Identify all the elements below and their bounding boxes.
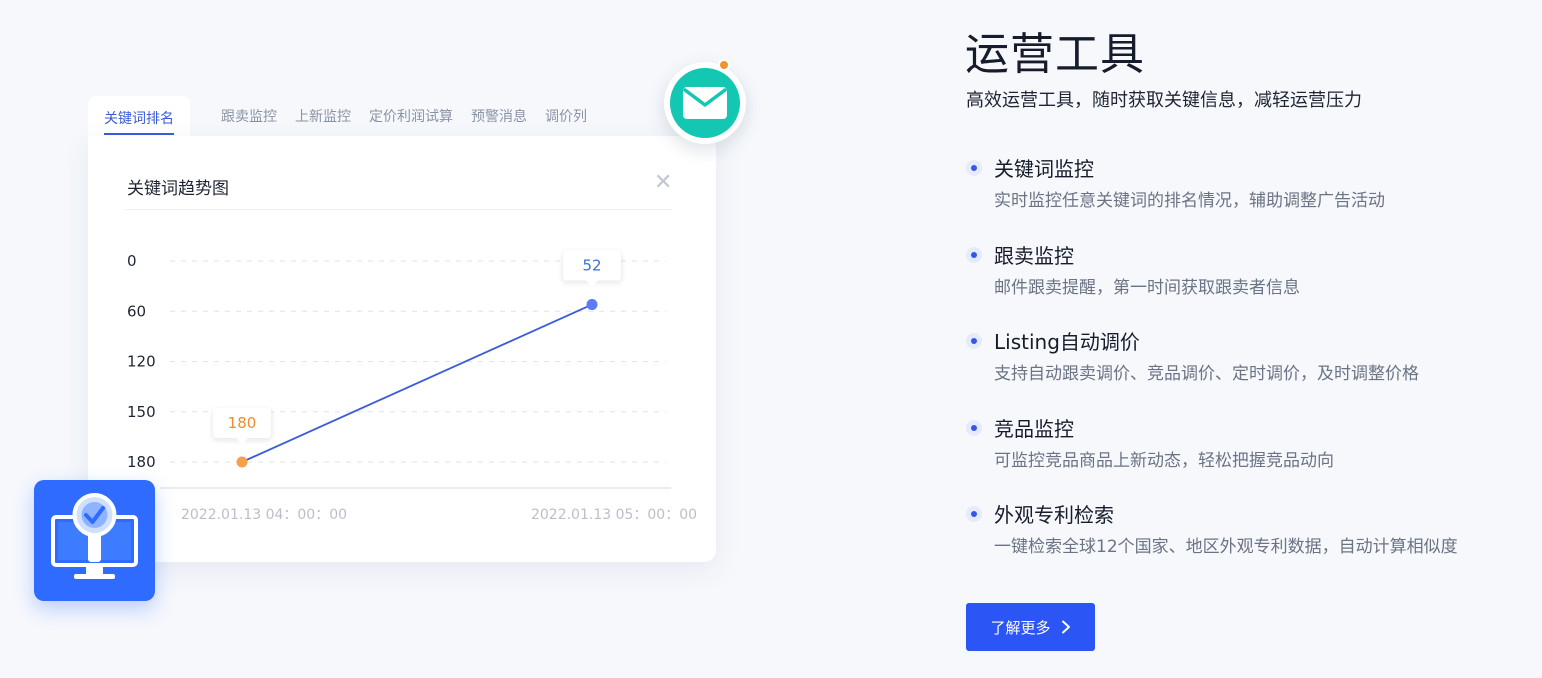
chevron-right-icon <box>1061 620 1070 634</box>
feature-item-keyword-monitor: 关键词监控 实时监控任意关键词的排名情况，辅助调整广告活动 <box>966 154 1536 241</box>
learn-more-label: 了解更多 <box>990 618 1051 637</box>
feature-title: 竞品监控 <box>994 416 1074 441</box>
data-point <box>236 456 248 468</box>
tab-follow-sell-monitor[interactable]: 跟卖监控 <box>212 96 286 136</box>
tab-label: 关键词排名 <box>104 111 174 127</box>
mail-badge <box>670 68 740 138</box>
tab-label: 跟卖监控 <box>221 109 277 125</box>
bullet-icon <box>966 160 982 176</box>
feature-title: 关键词监控 <box>994 157 1094 181</box>
tab-new-listing-monitor[interactable]: 上新监控 <box>286 96 360 136</box>
y-tick-label: 150 <box>127 403 156 421</box>
y-tick-label: 180 <box>127 453 156 471</box>
keyword-trend-card: 关键词趋势图 ✕ 0 60 120 150 180 2022.01.13 04：00：0… <box>88 136 716 562</box>
feature-description: 可监控竞品商品上新动态，轻松把握竞品动向 <box>994 450 1334 471</box>
tab-label: 上新监控 <box>295 109 351 125</box>
data-label: 180 <box>228 414 257 432</box>
data-label-pointer <box>586 280 598 288</box>
series-line <box>241 303 593 463</box>
tab-bar: 关键词排名 跟卖监控 上新监控 定价利润试算 预警消息 调价列 <box>88 96 688 140</box>
feature-item-auto-repricing: Listing自动调价 支持自动跟卖调价、竞品调价、定时调价，及时调整价格 <box>966 327 1536 414</box>
feature-description: 实时监控任意关键词的排名情况，辅助调整广告活动 <box>994 191 1385 211</box>
bullet-icon <box>966 419 982 436</box>
tab-label: 定价利润试算 <box>369 109 453 125</box>
y-tick-label: 60 <box>127 302 146 320</box>
tab-price-adjust-list[interactable]: 调价列 <box>536 96 596 136</box>
feature-list: 关键词监控 实时监控任意关键词的排名情况，辅助调整广告活动 跟卖监控 邮件跟卖提… <box>966 154 1536 587</box>
feature-title: 跟卖监控 <box>994 243 1074 268</box>
tab-alert-messages[interactable]: 预警消息 <box>462 96 536 136</box>
mail-icon <box>683 87 727 119</box>
bullet-icon <box>966 333 982 349</box>
feature-title: Listing自动调价 <box>994 330 1140 354</box>
feature-item-competitor-monitor: 竞品监控 可监控竞品商品上新动态，轻松把握竞品动向 <box>966 414 1536 501</box>
y-tick-label: 120 <box>127 353 156 371</box>
tab-label: 调价列 <box>545 109 587 125</box>
learn-more-button[interactable]: 了解更多 <box>966 603 1095 651</box>
tab-keyword-ranking[interactable]: 关键词排名 <box>88 96 190 140</box>
feature-item-design-patent-search: 外观专利检索 一键检索全球12个国家、地区外观专利数据，自动计算相似度 <box>966 500 1536 587</box>
x-tick-label: 2022.01.13 04：00：00 <box>181 507 347 523</box>
feature-item-follow-sell-monitor: 跟卖监控 邮件跟卖提醒，第一时间获取跟卖者信息 <box>966 241 1536 328</box>
x-tick-label: 2022.01.13 05：00：00 <box>531 507 697 523</box>
feature-title: 外观专利检索 <box>994 503 1114 527</box>
notification-dot <box>718 59 730 71</box>
monitor-search-tile <box>34 480 155 601</box>
feature-description: 支持自动跟卖调价、竞品调价、定时调价，及时调整价格 <box>994 364 1419 384</box>
feature-description: 一键检索全球12个国家、地区外观专利数据，自动计算相似度 <box>994 537 1458 557</box>
bullet-icon <box>966 506 982 522</box>
data-label: 52 <box>582 257 601 275</box>
tab-label: 预警消息 <box>471 109 527 125</box>
data-point <box>586 299 598 311</box>
keyword-trend-chart: 0 60 120 150 180 2022.01.13 04：00：00 2022.01.… <box>127 250 697 523</box>
monitor-search-icon <box>51 493 138 579</box>
feature-description: 邮件跟卖提醒，第一时间获取跟卖者信息 <box>994 277 1300 298</box>
tab-pricing-profit-calc[interactable]: 定价利润试算 <box>360 96 462 136</box>
section-title: 运营工具 <box>965 29 1145 80</box>
data-label-pointer <box>236 438 248 445</box>
mail-bubble <box>664 62 746 144</box>
section-subtitle: 高效运营工具，随时获取关键信息，减轻运营压力 <box>966 90 1362 111</box>
bullet-icon <box>966 246 982 263</box>
y-tick-label: 0 <box>127 252 137 270</box>
